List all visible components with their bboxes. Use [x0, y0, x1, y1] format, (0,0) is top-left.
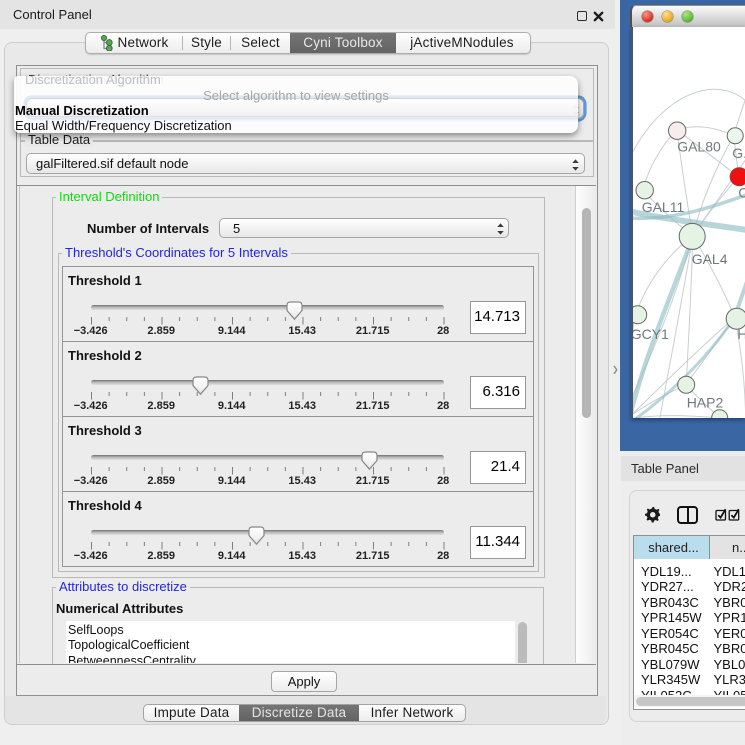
svg-text:GAL80: GAL80 — [677, 139, 721, 155]
svg-text:GCY1: GCY1 — [631, 326, 669, 342]
svg-text:C...: C... — [738, 185, 745, 201]
svg-text:G...: G... — [732, 145, 745, 161]
svg-text:HAP2: HAP2 — [687, 395, 724, 411]
svg-text:H: H — [737, 326, 745, 342]
svg-text:GAL4: GAL4 — [692, 251, 728, 267]
svg-text:GAL11: GAL11 — [642, 199, 685, 215]
